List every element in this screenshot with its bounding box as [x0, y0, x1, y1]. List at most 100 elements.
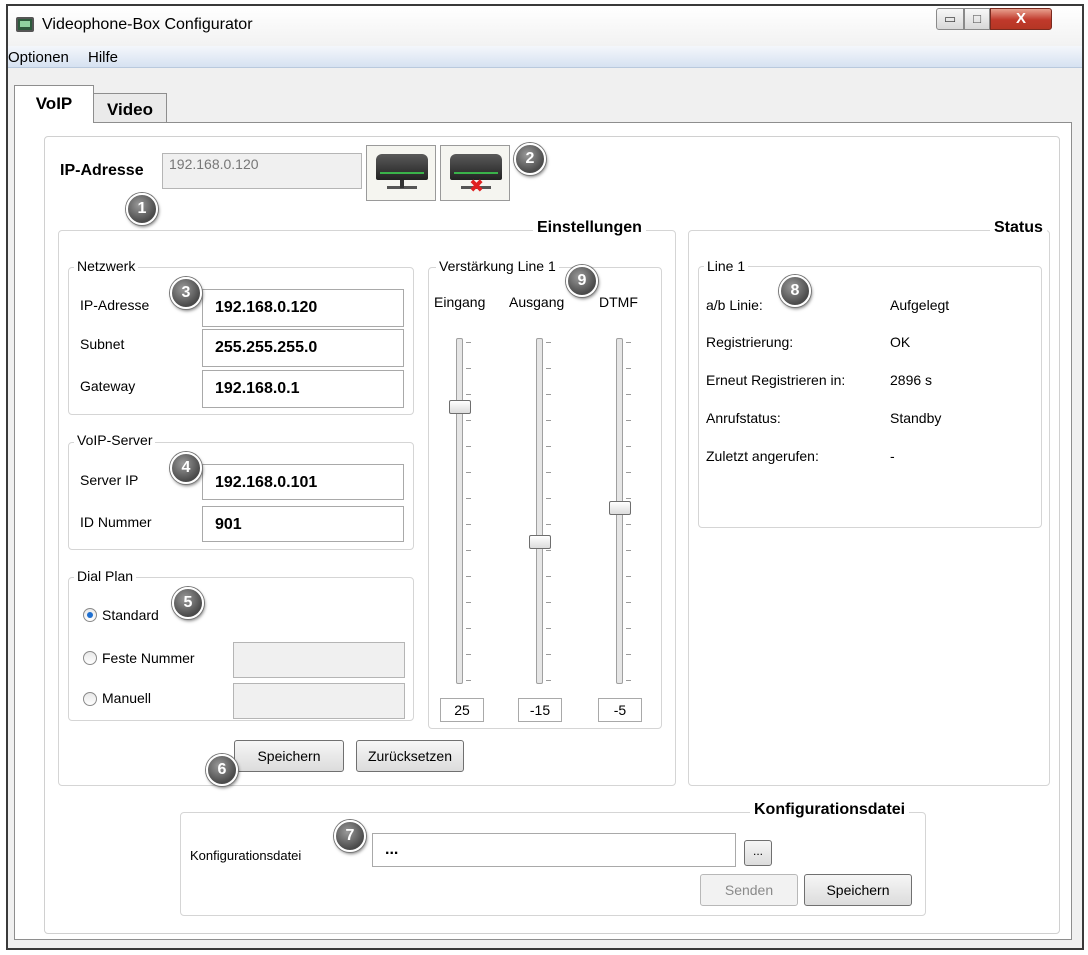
slider-tick [466, 550, 471, 551]
dial-plan-title: Dial Plan [74, 568, 137, 584]
radio-feste-nummer-label[interactable]: Feste Nummer [102, 650, 195, 666]
radio-manuell[interactable] [83, 692, 97, 706]
config-file-field[interactable]: ... [372, 833, 736, 867]
slider-tick [626, 420, 631, 421]
config-save-button[interactable]: Speichern [804, 874, 912, 906]
netzwerk-ip-label: IP-Adresse [80, 297, 150, 313]
slider-tick [466, 680, 471, 681]
slider-tick [626, 368, 631, 369]
send-button[interactable]: Senden [700, 874, 798, 906]
status-zuletzt-value: - [890, 448, 895, 464]
slider-tick [546, 472, 551, 473]
slider-tick [466, 342, 471, 343]
radio-feste-nummer[interactable] [83, 651, 97, 665]
slider-tick [626, 498, 631, 499]
slider-tick [626, 342, 631, 343]
slider-dtmf-value[interactable]: -5 [598, 698, 642, 722]
status-anrufstatus-label: Anrufstatus: [706, 410, 781, 426]
badge-8: 8 [779, 275, 811, 307]
slider-tick [546, 498, 551, 499]
slider-tick [546, 446, 551, 447]
minimize-icon: ▭ [943, 11, 957, 26]
subnet-field[interactable]: 255.255.255.0 [202, 329, 404, 367]
close-button[interactable]: X [990, 8, 1052, 30]
badge-2: 2 [514, 143, 546, 175]
browse-button[interactable]: ... [744, 840, 772, 866]
slider-tick [626, 446, 631, 447]
radio-standard-label[interactable]: Standard [102, 607, 159, 623]
title-bar[interactable]: Videophone-Box Configurator ▭ □ X [8, 6, 1082, 46]
gateway-field[interactable]: 192.168.0.1 [202, 370, 404, 408]
slider-tick [626, 576, 631, 577]
reset-button[interactable]: Zurücksetzen [356, 740, 464, 772]
window-title: Videophone-Box Configurator [42, 16, 253, 33]
radio-manuell-label[interactable]: Manuell [102, 690, 151, 706]
slider-dtmf-thumb[interactable] [609, 501, 631, 515]
status-registrierung-label: Registrierung: [706, 334, 794, 350]
gateway-label: Gateway [80, 378, 136, 394]
menu-hilfe[interactable]: Hilfe [88, 49, 118, 66]
server-ip-field[interactable]: 192.168.0.101 [202, 464, 404, 500]
slider-eingang-thumb[interactable] [449, 400, 471, 414]
slider-eingang-track[interactable] [456, 338, 463, 684]
id-nummer-label: ID Nummer [80, 514, 152, 530]
minimize-button[interactable]: ▭ [936, 8, 964, 30]
slider-tick [546, 420, 551, 421]
device-icon [376, 154, 428, 180]
slider-tick [626, 680, 631, 681]
slider-tick [546, 368, 551, 369]
einstellungen-title: Einstellungen [533, 219, 646, 237]
status-anrufstatus-value: Standby [890, 410, 942, 426]
slider-ausgang-label: Ausgang [509, 294, 565, 310]
status-ab-linie-label: a/b Linie: [706, 297, 763, 313]
plug-icon [400, 180, 404, 188]
slider-tick [466, 368, 471, 369]
config-file-title: Konfigurationsdatei [750, 801, 910, 819]
slider-tick [466, 420, 471, 421]
badge-7: 7 [334, 820, 366, 852]
slider-tick [546, 680, 551, 681]
connect-button[interactable] [366, 145, 436, 201]
slider-tick [626, 394, 631, 395]
badge-4: 4 [170, 452, 202, 484]
slider-dtmf-label: DTMF [599, 294, 638, 310]
slider-ausgang-track[interactable] [536, 338, 543, 684]
maximize-button[interactable]: □ [964, 8, 990, 30]
slider-eingang-value[interactable]: 25 [440, 698, 484, 722]
slider-tick [466, 472, 471, 473]
slider-ausgang-value[interactable]: -15 [518, 698, 562, 722]
menu-optionen[interactable]: Optionen [8, 49, 69, 66]
manuell-field[interactable] [233, 683, 405, 719]
status-erneut-label: Erneut Registrieren in: [706, 372, 846, 388]
slider-tick [546, 524, 551, 525]
app-icon [16, 17, 34, 32]
top-ip-field[interactable]: 192.168.0.120 [162, 153, 362, 189]
tab-video[interactable]: Video [93, 93, 167, 123]
config-file-label: Konfigurationsdatei [190, 848, 302, 863]
slider-tick [546, 628, 551, 629]
slider-tick [626, 524, 631, 525]
netzwerk-title: Netzwerk [74, 258, 139, 274]
slider-tick [546, 654, 551, 655]
slider-ausgang-thumb[interactable] [529, 535, 551, 549]
disconnect-button[interactable]: ✖ [440, 145, 510, 201]
slider-tick [626, 628, 631, 629]
tab-voip[interactable]: VoIP [14, 85, 94, 123]
feste-nummer-field[interactable] [233, 642, 405, 678]
menu-bar: Optionen Hilfe [8, 46, 1082, 68]
radio-standard[interactable] [83, 608, 97, 622]
slider-tick [466, 654, 471, 655]
slider-tick [546, 550, 551, 551]
disconnect-x-icon: ✖ [469, 176, 485, 196]
netzwerk-ip-field[interactable]: 192.168.0.120 [202, 289, 404, 327]
slider-tick [466, 576, 471, 577]
slider-tick [466, 498, 471, 499]
badge-1: 1 [126, 193, 158, 225]
slider-tick [466, 628, 471, 629]
close-icon: X [1015, 10, 1026, 27]
slider-tick [546, 394, 551, 395]
save-button[interactable]: Speichern [234, 740, 344, 772]
slider-tick [546, 342, 551, 343]
id-nummer-field[interactable]: 901 [202, 506, 404, 542]
status-erneut-value: 2896 s [890, 372, 933, 388]
